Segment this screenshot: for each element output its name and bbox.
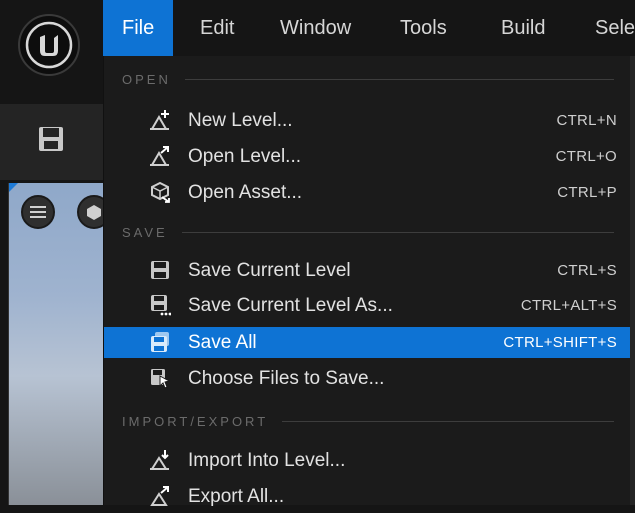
menu-select[interactable]: Sele bbox=[576, 0, 635, 56]
menu-item-label: Open Asset... bbox=[188, 181, 303, 203]
menu-item-new-level[interactable]: New Level... CTRL+N bbox=[104, 105, 630, 136]
menu-item-label: Save Current Level bbox=[188, 259, 351, 281]
menu-item-open-asset[interactable]: Open Asset... CTRL+P bbox=[104, 177, 630, 208]
menu-item-open-level[interactable]: Open Level... CTRL+O bbox=[104, 141, 630, 172]
level-viewport[interactable] bbox=[8, 183, 111, 505]
menu-item-label: Open Level... bbox=[188, 145, 302, 167]
open-asset-icon bbox=[149, 181, 171, 203]
viewport-menu-icon[interactable] bbox=[21, 195, 55, 229]
menu-item-label: Choose Files to Save... bbox=[188, 367, 385, 389]
menu-item-label: Export All... bbox=[188, 485, 285, 507]
menu-item-label: Save Current Level As... bbox=[188, 294, 393, 316]
save-icon bbox=[149, 259, 171, 281]
save-toolbar-icon[interactable] bbox=[38, 126, 64, 157]
new-level-icon bbox=[149, 109, 171, 131]
menu-item-save-current-level-as[interactable]: Save Current Level As... CTRL+ALT+S bbox=[104, 290, 630, 321]
menu-build[interactable]: Build bbox=[482, 0, 564, 56]
unreal-logo-icon[interactable] bbox=[18, 14, 80, 76]
save-all-icon bbox=[149, 331, 171, 353]
file-menu-dropdown: OPEN New Level... CTRL+N Open Level... C… bbox=[103, 56, 630, 507]
save-as-icon bbox=[149, 294, 172, 316]
menu-item-shortcut: CTRL+SHIFT+S bbox=[503, 334, 617, 351]
menu-item-shortcut: CTRL+S bbox=[557, 262, 617, 279]
menu-edit[interactable]: Edit bbox=[181, 0, 253, 56]
menu-item-shortcut: CTRL+P bbox=[557, 184, 617, 201]
section-header-import-export: IMPORT/EXPORT bbox=[104, 410, 630, 432]
section-divider bbox=[184, 78, 614, 80]
menu-item-choose-files-to-save[interactable]: Choose Files to Save... bbox=[104, 363, 630, 394]
menu-item-label: New Level... bbox=[188, 109, 293, 131]
menu-item-label: Import Into Level... bbox=[188, 449, 346, 471]
choose-files-icon bbox=[149, 367, 171, 389]
menu-item-save-current-level[interactable]: Save Current Level CTRL+S bbox=[104, 255, 630, 286]
menu-item-export-all[interactable]: Export All... bbox=[104, 481, 630, 512]
section-header-open: OPEN bbox=[104, 68, 630, 90]
menu-file[interactable]: File bbox=[103, 0, 174, 56]
menu-tools[interactable]: Tools bbox=[381, 0, 466, 56]
viewport-corner-marker bbox=[9, 183, 18, 192]
import-icon bbox=[149, 449, 171, 471]
section-header-save: SAVE bbox=[104, 221, 630, 243]
menu-window[interactable]: Window bbox=[261, 0, 370, 56]
export-icon bbox=[149, 485, 171, 507]
menu-item-shortcut: CTRL+N bbox=[556, 112, 617, 129]
section-divider bbox=[282, 420, 614, 422]
menu-item-shortcut: CTRL+O bbox=[555, 148, 617, 165]
section-label: OPEN bbox=[122, 71, 171, 87]
menu-item-import-into-level[interactable]: Import Into Level... bbox=[104, 445, 630, 476]
menu-item-shortcut: CTRL+ALT+S bbox=[520, 297, 617, 314]
section-label: IMPORT/EXPORT bbox=[122, 413, 269, 429]
section-divider bbox=[181, 231, 614, 233]
menu-bar: File Edit Window Tools Build Sele bbox=[0, 0, 635, 56]
menu-item-label: Save All bbox=[188, 331, 257, 353]
menu-item-save-all[interactable]: Save All CTRL+SHIFT+S bbox=[104, 327, 630, 358]
section-label: SAVE bbox=[122, 224, 168, 240]
open-level-icon bbox=[149, 145, 171, 167]
